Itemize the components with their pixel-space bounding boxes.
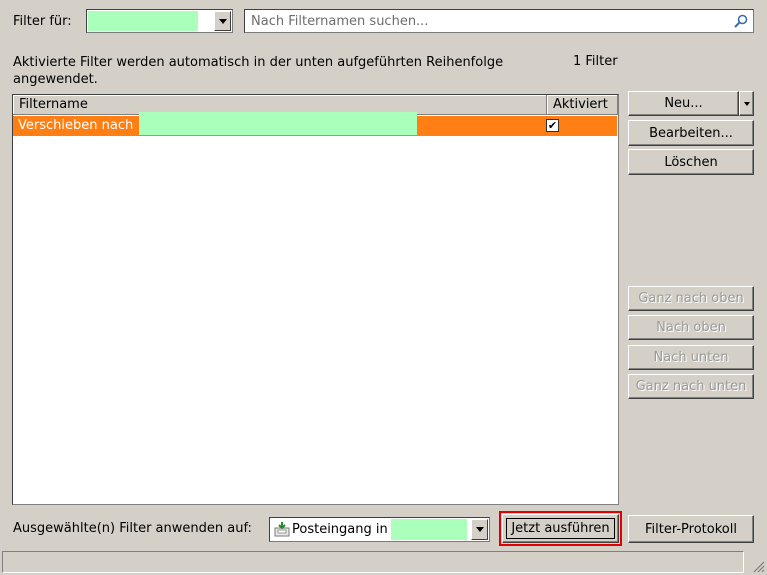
redacted-account-name [391, 519, 467, 540]
move-up-label: Nach oben [656, 320, 726, 335]
delete-button[interactable]: Löschen [628, 149, 754, 175]
account-select-arrow[interactable] [214, 11, 231, 31]
new-button[interactable]: Neu... [628, 91, 739, 116]
enabled-checkbox[interactable]: ✔ [546, 119, 559, 132]
delete-button-label: Löschen [664, 154, 718, 170]
new-dropdown-button[interactable] [739, 91, 754, 116]
filter-row[interactable]: Verschieben nach ✔ [13, 112, 617, 136]
apply-target-arrow[interactable] [471, 519, 488, 540]
resize-grip-icon[interactable] [751, 559, 765, 573]
search-icon[interactable] [733, 13, 749, 29]
filter-log-label: Filter-Protokoll [645, 521, 737, 537]
move-to-top-button[interactable]: Ganz nach oben [628, 286, 754, 311]
status-bar [2, 551, 744, 573]
apply-to-label: Ausgewählte(n) Filter anwenden auf: [13, 521, 252, 536]
filter-search-input[interactable]: Nach Filternamen suchen... [244, 9, 754, 33]
inbox-icon [274, 522, 290, 537]
account-select[interactable] [86, 9, 233, 33]
run-now-label: Jetzt ausführen [506, 518, 615, 539]
move-to-bottom-label: Ganz nach unten [635, 379, 747, 394]
move-down-label: Nach unten [653, 350, 729, 365]
run-now-button[interactable]: Jetzt ausführen [499, 511, 622, 546]
chevron-down-icon [743, 101, 750, 106]
edit-button-label: Bearbeiten... [649, 125, 733, 141]
move-to-top-label: Ganz nach oben [638, 291, 744, 306]
filter-list[interactable]: Filtername Aktiviert Verschieben nach ✔ [12, 94, 619, 505]
search-placeholder: Nach Filternamen suchen... [251, 14, 429, 29]
move-down-button[interactable]: Nach unten [628, 345, 754, 370]
move-up-button[interactable]: Nach oben [628, 315, 754, 340]
apply-target-select[interactable]: Posteingang in [269, 517, 490, 542]
column-header-aktiviert[interactable]: Aktiviert [547, 95, 618, 115]
apply-target-value: Posteingang in [292, 522, 388, 537]
redacted-folder [139, 112, 417, 135]
redacted-account [88, 11, 198, 31]
edit-button[interactable]: Bearbeiten... [628, 120, 754, 146]
filter-count: 1 Filter [573, 54, 618, 69]
filter-log-button[interactable]: Filter-Protokoll [628, 515, 754, 543]
new-button-label: Neu... [664, 96, 703, 111]
filter-row-name: Verschieben nach [18, 118, 134, 133]
chevron-down-icon [475, 527, 484, 532]
move-to-bottom-button[interactable]: Ganz nach unten [628, 374, 754, 399]
chevron-down-icon [218, 18, 227, 24]
filter-for-label: Filter für: [13, 14, 72, 29]
filter-description: Aktivierte Filter werden automatisch in … [13, 55, 504, 87]
